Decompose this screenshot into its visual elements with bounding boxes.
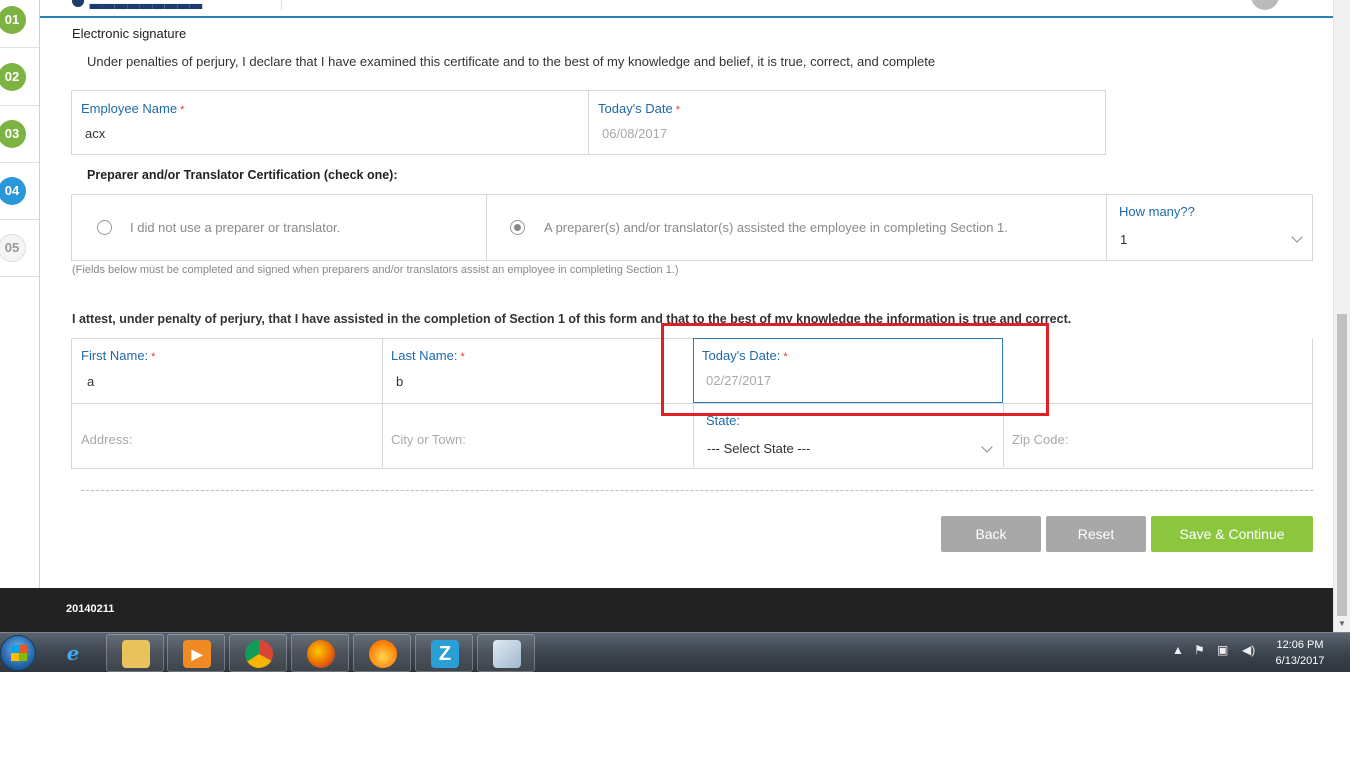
- reset-button[interactable]: Reset: [1046, 516, 1146, 552]
- step-3[interactable]: 03: [0, 106, 39, 163]
- taskbar-notepad[interactable]: [477, 634, 535, 672]
- required-marker: *: [675, 104, 681, 116]
- zip-input[interactable]: Zip Code:: [1012, 432, 1068, 447]
- section-divider: [81, 490, 1313, 491]
- taskbar-chrome[interactable]: [229, 634, 287, 672]
- signature-title: Electronic signature: [72, 26, 187, 41]
- screen: ▂▂▂▂▂▂▂▂▂ 01 02 03 04 05 Electronic sign…: [0, 0, 1366, 768]
- first-name-input[interactable]: a: [87, 374, 94, 389]
- firefox-icon: [307, 640, 335, 668]
- todays-date-label-text: Today's Date: [598, 101, 673, 116]
- step-2[interactable]: 02: [0, 49, 39, 106]
- notepad-app-icon: [493, 640, 521, 668]
- first-name-label: First Name: *: [81, 348, 155, 363]
- footer-version: 20140211: [66, 603, 115, 615]
- required-marker: *: [460, 351, 465, 363]
- clock-date: 6/13/2017: [1275, 655, 1325, 667]
- radio-preparer-assisted-label: A preparer(s) and/or translator(s) assis…: [544, 220, 1008, 235]
- chevron-down-icon: [981, 441, 993, 453]
- back-button[interactable]: Back: [941, 516, 1041, 552]
- step-1[interactable]: 01: [0, 0, 39, 48]
- volume-icon[interactable]: ◀): [1242, 643, 1255, 657]
- radio-no-preparer[interactable]: [97, 220, 112, 235]
- state-select[interactable]: --- Select State ---: [707, 441, 810, 456]
- how-many-select[interactable]: 1: [1120, 232, 1127, 247]
- employee-name-input[interactable]: acx: [85, 126, 105, 141]
- how-many-label: How many??: [1119, 204, 1195, 219]
- save-continue-button[interactable]: Save & Continue: [1151, 516, 1313, 552]
- file-explorer-icon: [122, 640, 150, 668]
- step-2-badge: 02: [0, 63, 26, 91]
- employee-name-label-text: Employee Name: [81, 101, 178, 116]
- chevron-down-icon: [1291, 231, 1303, 243]
- step-sidebar: 01 02 03 04 05: [0, 0, 40, 588]
- blank-area: [0, 672, 1366, 768]
- address-input[interactable]: Address:: [81, 432, 132, 447]
- last-name-input[interactable]: b: [396, 374, 403, 389]
- step-5[interactable]: 05: [0, 220, 39, 277]
- taskbar-z-app[interactable]: Z: [415, 634, 473, 672]
- todays-date-field: 06/08/2017: [602, 126, 668, 141]
- taskbar-media[interactable]: ▶: [167, 634, 225, 672]
- radio-no-preparer-label: I did not use a preparer or translator.: [130, 220, 341, 235]
- divider: [486, 195, 487, 260]
- employee-signature-box: Employee Name * acx Today's Date * 06/08/2…: [71, 90, 1106, 155]
- step-4-badge: 04: [0, 177, 26, 205]
- last-name-label-text: Last Name:: [391, 348, 458, 363]
- annotation-highlight-box: [661, 323, 1049, 416]
- preparer-title: Preparer and/or Translator Certification…: [87, 168, 398, 182]
- form-main: Electronic signature Under penalties of …: [40, 0, 1333, 588]
- taskbar-explorer[interactable]: [106, 634, 164, 672]
- scroll-down-arrow-icon[interactable]: ▼: [1338, 619, 1346, 628]
- chrome-icon: [245, 640, 273, 668]
- preparer-options-box: I did not use a preparer or translator. …: [71, 194, 1313, 261]
- step-4[interactable]: 04: [0, 163, 39, 220]
- media-player-icon: ▶: [183, 640, 211, 668]
- step-3-badge: 03: [0, 120, 26, 148]
- internet-explorer-icon: e: [66, 641, 80, 665]
- step-5-badge: 05: [0, 234, 26, 262]
- vertical-scrollbar[interactable]: ▼: [1333, 0, 1350, 632]
- app-window: ▂▂▂▂▂▂▂▂▂ 01 02 03 04 05 Electronic sign…: [0, 0, 1350, 632]
- radio-preparer-assisted[interactable]: [510, 220, 525, 235]
- network-icon[interactable]: ▣: [1217, 643, 1228, 657]
- divider: [72, 338, 694, 339]
- employee-name-label: Employee Name *: [81, 101, 184, 116]
- windows-taskbar: e ▶ Z ▲ ⚑ ▣ ◀) 12:06 PM 6/13/2017: [0, 632, 1350, 672]
- windows-logo-icon: [11, 645, 27, 661]
- todays-date-label: Today's Date *: [598, 101, 680, 116]
- first-name-label-text: First Name:: [81, 348, 149, 363]
- city-input[interactable]: City or Town:: [391, 432, 466, 447]
- taskbar-ie[interactable]: e: [44, 634, 102, 672]
- divider: [1106, 195, 1107, 260]
- scrollbar-thumb[interactable]: [1337, 314, 1347, 616]
- taskbar-flame-app[interactable]: [353, 634, 411, 672]
- preparer-note: (Fields below must be completed and sign…: [72, 264, 679, 276]
- last-name-label: Last Name: *: [391, 348, 465, 363]
- z-app-icon: Z: [431, 640, 459, 668]
- action-center-flag-icon[interactable]: ⚑: [1194, 643, 1205, 657]
- signature-declaration: Under penalties of perjury, I declare th…: [87, 54, 936, 69]
- taskbar-firefox[interactable]: [291, 634, 349, 672]
- step-1-badge: 01: [0, 6, 26, 34]
- flame-app-icon: [369, 640, 397, 668]
- required-marker: *: [180, 104, 185, 116]
- divider: [588, 91, 589, 154]
- page-footer: 20140211: [0, 588, 1333, 632]
- start-button[interactable]: [0, 635, 36, 671]
- divider: [382, 338, 383, 467]
- required-marker: *: [151, 351, 156, 363]
- show-hidden-icons-icon[interactable]: ▲: [1172, 643, 1184, 657]
- clock-time: 12:06 PM: [1276, 639, 1324, 651]
- system-clock[interactable]: 12:06 PM 6/13/2017: [1262, 637, 1338, 669]
